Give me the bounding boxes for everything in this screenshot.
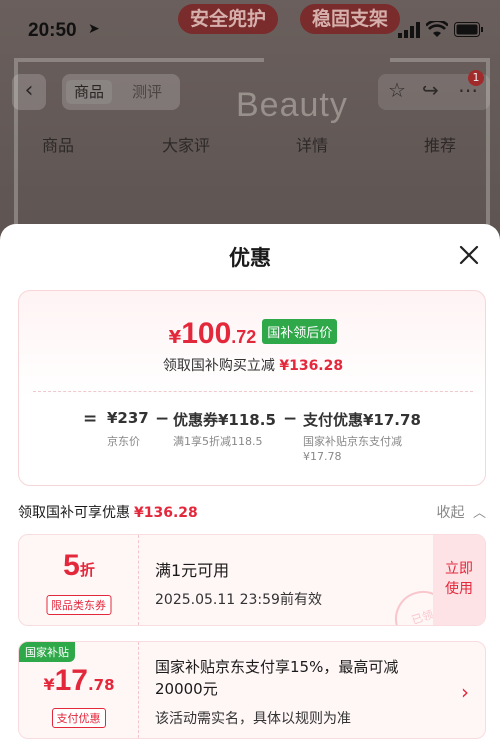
battery-icon [454, 22, 484, 41]
nav-tab-product[interactable]: 商品 [66, 80, 113, 104]
section-title-amount: ¥136.28 [134, 505, 198, 521]
sheet-title: 优惠 [229, 246, 271, 270]
location-arrow-icon: ➤ [88, 21, 100, 37]
collapse-toggle[interactable]: 收起 ︿ [437, 502, 486, 522]
price-tag-badge: 国补领后价 [262, 319, 338, 344]
price-subtitle: 领取国补购买立减 ¥136.28 [19, 355, 487, 375]
formula-jd-price-label: 京东价 [107, 435, 140, 448]
chevron-right-icon[interactable]: › [461, 680, 469, 704]
coupon-condition: 满1元可用 [155, 561, 230, 580]
use-now-button[interactable]: 立即 使用 [433, 535, 485, 625]
use-now-label-2: 使用 [445, 581, 473, 597]
final-price: ¥100.72 国补领后价 [19, 317, 487, 351]
chevron-left-icon: ‹ [24, 78, 34, 103]
share-icon[interactable]: ↪ [422, 78, 439, 102]
coupon-description-2: 20000元 [155, 680, 218, 698]
brand-watermark: Beauty [236, 86, 348, 124]
star-icon[interactable]: ☆ [388, 78, 406, 102]
section-title-label: 领取国补可享优惠 [18, 505, 130, 521]
formula-equals: = [83, 409, 98, 429]
nav-tab-review[interactable]: 测评 [124, 80, 170, 104]
coupon-card-discount[interactable]: 5折 限品类东券 满1元可用 2025.05.11 23:59前有效 已领 立即… [18, 534, 486, 626]
product-section-tabs: 商品 大家评 详情 推荐 [0, 132, 500, 160]
coupon-amount-int: 17 [54, 664, 88, 697]
coupon-discount-number: 5 [63, 549, 80, 582]
price-decimal: .72 [231, 327, 257, 347]
coupon-value-panel: 5折 限品类东券 [19, 535, 139, 625]
coupon-note: 该活动需实名，具体以规则为准 [155, 711, 351, 727]
signal-icon [398, 22, 420, 42]
coupon-value-panel: 国家补贴 ¥17.78 支付优惠 [19, 642, 139, 738]
subsidy-tag: 国家补贴 [19, 642, 75, 662]
close-icon [459, 245, 479, 265]
formula-payment-label-2: ¥17.78 [303, 450, 342, 463]
formula-coupon-label: 满1享5折减118.5 [173, 435, 263, 448]
back-button[interactable]: ‹ [12, 74, 46, 110]
status-bar: 20:50 ➤ [0, 18, 500, 48]
collapse-label: 收起 [436, 505, 465, 521]
formula-payment: 支付优惠¥17.78 [303, 411, 421, 429]
section-tab-product[interactable]: 商品 [42, 132, 74, 156]
coupon-type-label: 支付优惠 [51, 708, 106, 728]
price-sub-amount: ¥136.28 [279, 358, 344, 374]
formula-jd-price: ¥237 [107, 409, 149, 427]
use-now-label-1: 立即 [445, 561, 473, 577]
coupon-details: 国家补贴京东支付享15%，最高可减 20000元 该活动需实名，具体以规则为准 [155, 642, 455, 738]
section-tab-details[interactable]: 详情 [296, 132, 328, 156]
price-summary-card: ¥100.72 国补领后价 领取国补购买立减 ¥136.28 = ¥237 京东价… [18, 290, 486, 486]
price-sub-label: 领取国补购买立减 [162, 358, 275, 374]
section-tab-reviews[interactable]: 大家评 [162, 132, 210, 156]
price-formula: = ¥237 京东价 − 优惠券¥118.5 满1享5折减118.5 − 支付优… [19, 409, 487, 469]
coupon-value: ¥17.78 [19, 664, 139, 698]
close-button[interactable] [456, 242, 482, 268]
divider [33, 391, 473, 392]
chevron-up-icon: ︿ [472, 506, 486, 521]
formula-minus-2: − [283, 409, 298, 429]
coupon-amount-dec: .78 [87, 676, 115, 694]
wifi-icon [425, 19, 449, 42]
coupon-discount-unit: 折 [79, 561, 95, 579]
nav-actions: ☆ ↪ ⋯ 1 [378, 70, 490, 110]
coupon-card-subsidy[interactable]: 国家补贴 ¥17.78 支付优惠 国家补贴京东支付享15%，最高可减 20000… [18, 641, 486, 739]
message-badge: 1 [468, 70, 484, 86]
section-title: 领取国补可享优惠 ¥136.28 [18, 502, 198, 522]
formula-coupon: 优惠券¥118.5 [173, 411, 276, 429]
coupon-value: 5折 [19, 549, 139, 583]
status-time: 20:50 [28, 20, 77, 41]
section-tab-recommend[interactable]: 推荐 [424, 132, 456, 156]
nav-tabs: 商品 测评 [62, 74, 180, 110]
price-currency: ¥ [168, 327, 182, 348]
price-integer: 100 [181, 317, 232, 350]
formula-minus-1: − [155, 409, 170, 429]
discount-sheet: 优惠 ¥100.72 国补领后价 领取国补购买立减 ¥136.28 = ¥237 … [0, 224, 500, 741]
coupon-currency: ¥ [43, 675, 55, 694]
formula-payment-label-1: 国家补贴京东支付减 [303, 435, 402, 448]
coupon-expiry: 2025.05.11 23:59前有效 [155, 592, 322, 608]
coupon-description-1: 国家补贴京东支付享15%，最高可减 [155, 658, 399, 676]
coupon-details: 满1元可用 2025.05.11 23:59前有效 [155, 535, 425, 625]
coupon-type-label: 限品类东券 [46, 595, 111, 615]
